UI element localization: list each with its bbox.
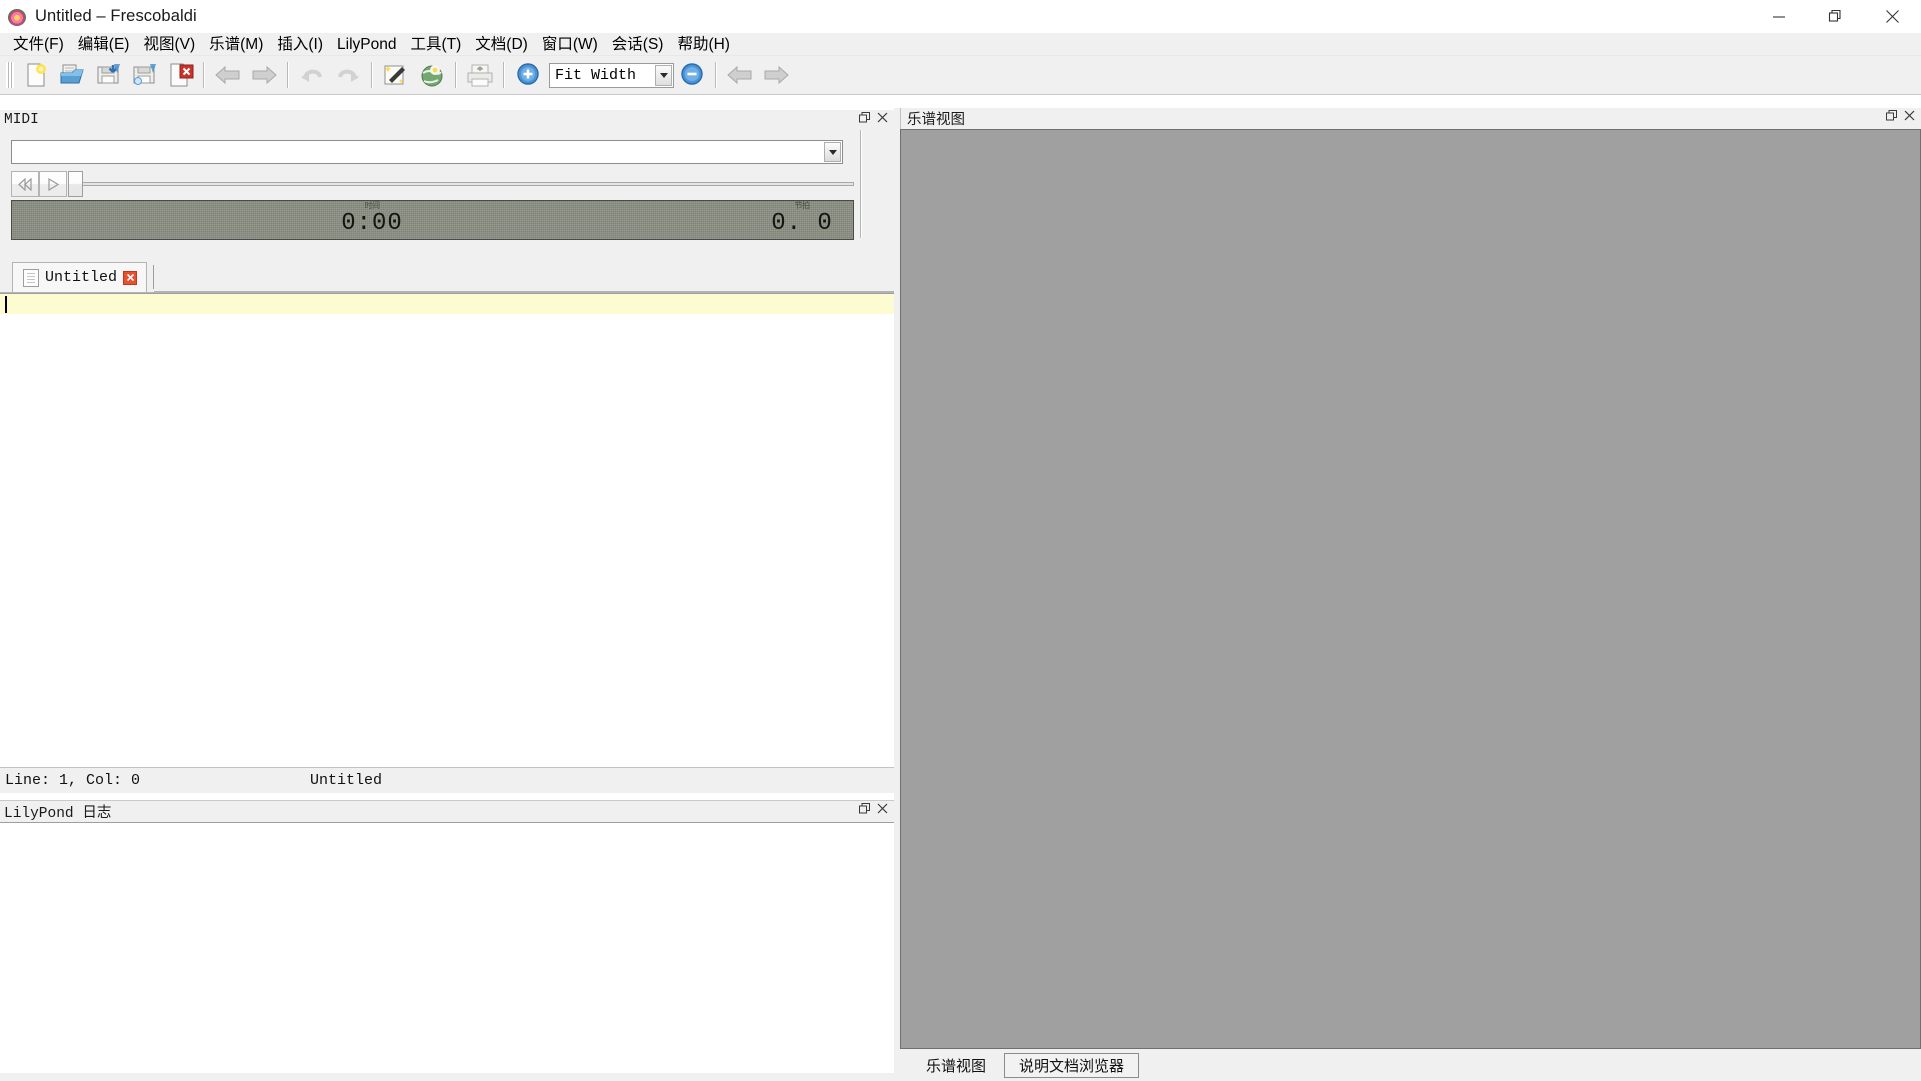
current-line-highlight <box>0 294 894 314</box>
bottom-strip <box>0 1073 900 1081</box>
log-panel-header: LilyPond 日志 <box>0 800 894 822</box>
editor-pane: Untitled Line: 1, Col: 0 Untitled <box>0 262 894 802</box>
code-editor[interactable] <box>0 293 894 767</box>
zoom-out-icon[interactable] <box>674 59 710 92</box>
toolbar-separator <box>503 62 505 88</box>
frescobaldi-logo-icon <box>7 7 27 27</box>
arrow-left-icon[interactable] <box>210 59 246 92</box>
restore-icon[interactable] <box>1807 0 1864 33</box>
pencil-sparkle-icon[interactable] <box>378 59 414 92</box>
close-icon[interactable] <box>1864 0 1921 33</box>
page-next-icon[interactable] <box>758 59 794 92</box>
toolbar-separator <box>287 62 289 88</box>
float-panel-icon[interactable] <box>859 803 870 819</box>
window-titlebar: Untitled – Frescobaldi <box>0 0 1921 33</box>
zoom-in-icon[interactable] <box>510 59 546 92</box>
main-toolbar: Fit Width <box>0 56 1921 95</box>
midi-lcd-display: 时间 0:00 节拍 0. 0 <box>11 200 854 240</box>
document-tab-label: Untitled <box>45 269 117 286</box>
midi-time-value: 0:00 <box>312 211 432 237</box>
midi-panel-header: MIDI <box>0 110 894 130</box>
window-title: Untitled – Frescobaldi <box>35 7 197 26</box>
menu-lilypond[interactable]: LilyPond <box>330 33 403 56</box>
midi-output-select[interactable] <box>11 140 843 164</box>
close-document-icon[interactable] <box>162 59 198 92</box>
menu-score[interactable]: 乐谱(M) <box>202 33 270 56</box>
float-panel-icon[interactable] <box>1886 110 1897 126</box>
zoom-select[interactable]: Fit Width <box>549 63 674 88</box>
midi-tempo-value: 0. 0 <box>757 211 847 237</box>
close-panel-icon[interactable] <box>1904 110 1915 126</box>
printer-icon[interactable] <box>462 59 498 92</box>
slider-handle[interactable] <box>68 171 83 197</box>
editor-statusbar: Line: 1, Col: 0 Untitled <box>0 767 894 793</box>
menu-insert[interactable]: 插入(I) <box>270 33 330 56</box>
arrow-right-icon[interactable] <box>246 59 282 92</box>
midi-tempo-readout: 节拍 0. 0 <box>757 202 847 237</box>
menu-tools[interactable]: 工具(T) <box>404 33 469 56</box>
midi-transport <box>11 171 854 197</box>
midi-time-readout: 时间 0:00 <box>312 202 432 237</box>
close-panel-icon[interactable] <box>877 803 888 819</box>
midi-panel-body: 时间 0:00 节拍 0. 0 <box>0 130 894 262</box>
save-disk-icon[interactable] <box>90 59 126 92</box>
cursor-position-label: Line: 1, Col: 0 <box>0 772 310 789</box>
toolbar-separator <box>455 62 457 88</box>
menu-file[interactable]: 文件(F) <box>6 33 71 56</box>
log-panel-title: LilyPond 日志 <box>4 801 111 822</box>
score-view-panel: 乐谱视图 乐谱视图 说明文档浏览器 <box>900 108 1921 1081</box>
save-as-disk-icon[interactable] <box>126 59 162 92</box>
play-triangle-icon[interactable] <box>39 171 67 197</box>
menu-view[interactable]: 视图(V) <box>136 33 202 56</box>
new-file-icon[interactable] <box>18 59 54 92</box>
undo-arrow-icon[interactable] <box>294 59 330 92</box>
log-output-area[interactable] <box>0 822 894 1081</box>
midi-position-slider[interactable] <box>68 171 854 197</box>
score-canvas[interactable] <box>900 129 1921 1049</box>
chevron-down-icon[interactable] <box>655 65 672 86</box>
status-document-name: Untitled <box>310 772 382 789</box>
score-view-tabs: 乐谱视图 说明文档浏览器 <box>900 1049 1921 1081</box>
text-caret <box>5 296 7 313</box>
menu-window[interactable]: 窗口(W) <box>535 33 605 56</box>
globe-flower-icon[interactable] <box>414 59 450 92</box>
lilypond-log-panel: LilyPond 日志 <box>0 800 894 1081</box>
window-controls <box>1750 0 1921 33</box>
toolbar-separator <box>715 62 717 88</box>
midi-panel-edge <box>856 130 870 240</box>
toolbar-separator <box>203 62 205 88</box>
midi-panel-title: MIDI <box>4 112 39 128</box>
rewind-to-start-icon[interactable] <box>11 171 39 197</box>
document-icon <box>23 269 39 287</box>
page-previous-icon[interactable] <box>722 59 758 92</box>
score-panel-header: 乐谱视图 <box>900 108 1921 129</box>
midi-panel: MIDI <box>0 110 894 262</box>
midi-time-unit: 时间 <box>312 202 432 211</box>
minimize-icon[interactable] <box>1750 0 1807 33</box>
float-panel-icon[interactable] <box>859 112 870 128</box>
toolbar-drag-handle[interactable] <box>6 62 14 88</box>
menu-help[interactable]: 帮助(H) <box>670 33 737 56</box>
menubar: 文件(F) 编辑(E) 视图(V) 乐谱(M) 插入(I) LilyPond 工… <box>0 33 1921 56</box>
toolbar-separator <box>371 62 373 88</box>
menu-document[interactable]: 文档(D) <box>468 33 535 56</box>
close-panel-icon[interactable] <box>877 112 888 128</box>
zoom-select-value: Fit Width <box>550 67 636 84</box>
menu-session[interactable]: 会话(S) <box>605 33 671 56</box>
score-panel-title: 乐谱视图 <box>907 108 965 129</box>
document-tabbar: Untitled <box>0 262 894 293</box>
redo-arrow-icon[interactable] <box>330 59 366 92</box>
tab-documentation-browser[interactable]: 说明文档浏览器 <box>1004 1053 1139 1078</box>
chevron-down-icon[interactable] <box>824 142 841 162</box>
tab-close-icon[interactable] <box>123 271 137 285</box>
tab-score-view[interactable]: 乐谱视图 <box>912 1053 1000 1078</box>
menu-edit[interactable]: 编辑(E) <box>71 33 137 56</box>
tabbar-spacer <box>154 262 894 292</box>
midi-tempo-unit: 节拍 <box>757 202 847 211</box>
slider-groove <box>68 182 854 186</box>
open-folder-icon[interactable] <box>54 59 90 92</box>
document-tab-untitled[interactable]: Untitled <box>12 262 147 292</box>
